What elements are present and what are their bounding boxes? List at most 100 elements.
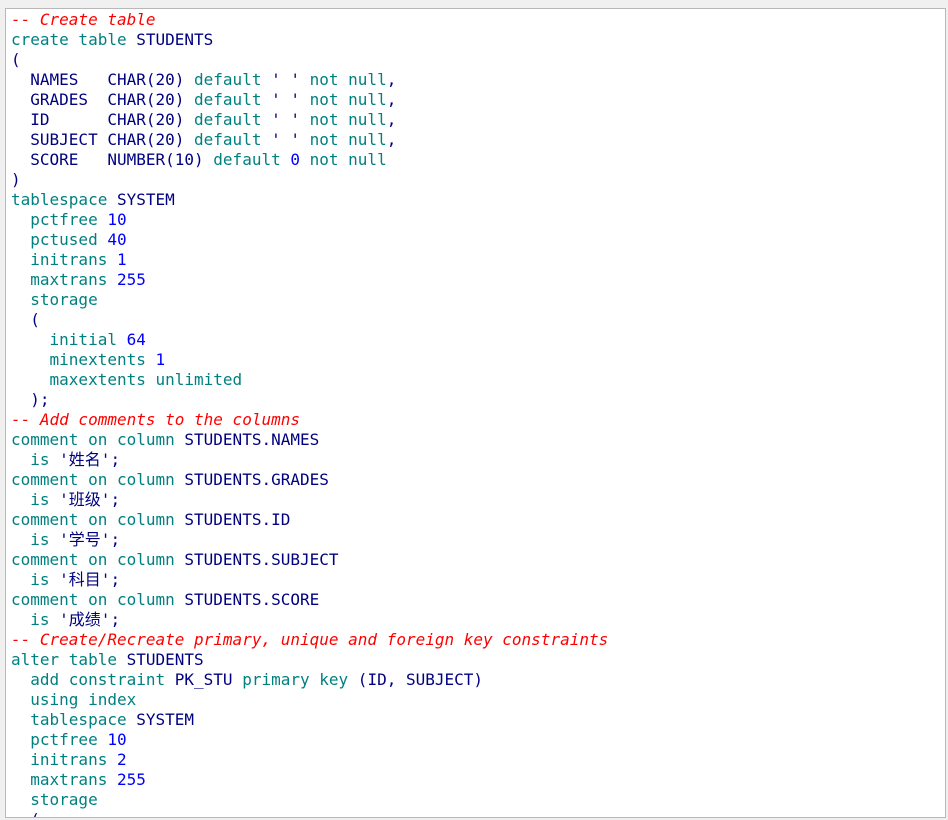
code-line[interactable]: storage: [11, 790, 608, 810]
code-line[interactable]: ): [11, 170, 608, 190]
code-token: ,: [386, 110, 397, 129]
code-token: );: [11, 390, 50, 409]
code-token: ;: [110, 610, 121, 629]
code-token: 1: [155, 350, 166, 369]
code-line[interactable]: GRADES CHAR(20) default ' ' not null,: [11, 90, 608, 110]
code-line[interactable]: is '成绩';: [11, 610, 608, 630]
code-line[interactable]: is '姓名';: [11, 450, 608, 470]
code-token: SCORE: [11, 150, 108, 169]
code-line[interactable]: is '科目';: [11, 570, 608, 590]
code-token: ): [11, 170, 21, 189]
code-token: maxtrans: [11, 270, 117, 289]
code-token: CHAR(20): [107, 130, 185, 149]
code-line[interactable]: comment on column STUDENTS.SUBJECT: [11, 550, 608, 570]
code-line[interactable]: maxtrans 255: [11, 270, 608, 290]
code-token: 10: [107, 730, 127, 749]
code-token: -- Create table: [11, 10, 156, 29]
code-token: is: [11, 530, 60, 549]
code-line[interactable]: NAMES CHAR(20) default ' ' not null,: [11, 70, 608, 90]
code-line[interactable]: initial 64: [11, 330, 608, 350]
code-line[interactable]: using index: [11, 690, 608, 710]
code-area[interactable]: -- Create table create table STUDENTS( NA…: [11, 10, 608, 817]
code-token: SYSTEM: [136, 710, 195, 729]
code-token: initrans: [11, 250, 117, 269]
code-token: not null: [300, 150, 387, 169]
code-token: ' ': [271, 70, 300, 89]
code-token: storage: [11, 290, 98, 309]
code-line[interactable]: SCORE NUMBER(10) default 0 not null: [11, 150, 608, 170]
code-token: is: [11, 570, 60, 589]
code-token: initial: [11, 330, 127, 349]
code-token: STUDENTS.SUBJECT: [184, 550, 339, 569]
code-token: STUDENTS: [126, 650, 204, 669]
code-token: 10: [107, 210, 127, 229]
code-line[interactable]: comment on column STUDENTS.SCORE: [11, 590, 608, 610]
code-token: -- Create/Recreate primary, unique and f…: [11, 630, 609, 649]
code-line[interactable]: initrans 2: [11, 750, 608, 770]
code-token: '科目': [59, 570, 111, 589]
code-line[interactable]: add constraint PK_STU primary key (ID, S…: [11, 670, 608, 690]
code-line[interactable]: -- Add comments to the columns: [11, 410, 608, 430]
code-line[interactable]: maxextents unlimited: [11, 370, 608, 390]
code-token: 2: [116, 750, 127, 769]
code-token: (: [11, 50, 21, 69]
code-token: default: [203, 150, 291, 169]
code-line[interactable]: );: [11, 390, 608, 410]
code-token: STUDENTS.SCORE: [184, 590, 320, 609]
code-token: (: [11, 810, 40, 817]
code-token: GRADES: [11, 90, 108, 109]
code-token: default: [184, 70, 272, 89]
code-line[interactable]: create table STUDENTS: [11, 30, 608, 50]
code-token: 1: [116, 250, 127, 269]
code-token: '姓名': [59, 450, 111, 469]
code-line[interactable]: alter table STUDENTS: [11, 650, 608, 670]
code-token: not null: [300, 110, 387, 129]
code-token: not null: [300, 130, 387, 149]
code-token: PK_STU: [174, 670, 233, 689]
code-line[interactable]: (: [11, 50, 608, 70]
code-token: (: [11, 310, 40, 329]
code-line[interactable]: is '班级';: [11, 490, 608, 510]
code-line[interactable]: comment on column STUDENTS.ID: [11, 510, 608, 530]
code-token: storage: [11, 790, 98, 809]
code-token: CHAR(20): [107, 110, 185, 129]
sql-editor[interactable]: -- Create table create table STUDENTS( NA…: [5, 8, 946, 818]
code-line[interactable]: initrans 1: [11, 250, 608, 270]
code-line[interactable]: pctused 40: [11, 230, 608, 250]
code-token: STUDENTS: [136, 30, 214, 49]
code-token: ;: [110, 530, 121, 549]
code-token: (: [357, 670, 368, 689]
code-line[interactable]: ID CHAR(20) default ' ' not null,: [11, 110, 608, 130]
code-token: ): [473, 670, 484, 689]
code-line[interactable]: pctfree 10: [11, 730, 608, 750]
code-token: ' ': [271, 130, 300, 149]
code-line[interactable]: -- Create table: [11, 10, 608, 30]
code-token: not null: [300, 90, 387, 109]
code-line[interactable]: tablespace SYSTEM: [11, 190, 608, 210]
code-token: STUDENTS.GRADES: [184, 470, 329, 489]
code-token: ID: [11, 110, 108, 129]
code-line[interactable]: comment on column STUDENTS.GRADES: [11, 470, 608, 490]
code-token: pctused: [11, 230, 108, 249]
code-line[interactable]: is '学号';: [11, 530, 608, 550]
code-token: alter table: [11, 650, 127, 669]
code-token: minextents: [11, 350, 156, 369]
code-token: maxextents unlimited: [11, 370, 243, 389]
code-token: -- Add comments to the columns: [11, 410, 300, 429]
code-token: STUDENTS.NAMES: [184, 430, 320, 449]
code-line[interactable]: storage: [11, 290, 608, 310]
code-line[interactable]: SUBJECT CHAR(20) default ' ' not null,: [11, 130, 608, 150]
code-line[interactable]: (: [11, 810, 608, 817]
code-token: comment on column: [11, 590, 185, 609]
code-line[interactable]: tablespace SYSTEM: [11, 710, 608, 730]
code-line[interactable]: comment on column STUDENTS.NAMES: [11, 430, 608, 450]
code-line[interactable]: -- Create/Recreate primary, unique and f…: [11, 630, 608, 650]
code-token: comment on column: [11, 470, 185, 489]
code-token: pctfree: [11, 210, 108, 229]
code-line[interactable]: minextents 1: [11, 350, 608, 370]
code-line[interactable]: (: [11, 310, 608, 330]
code-line[interactable]: maxtrans 255: [11, 770, 608, 790]
code-token: ,: [386, 130, 397, 149]
code-token: is: [11, 450, 60, 469]
code-line[interactable]: pctfree 10: [11, 210, 608, 230]
